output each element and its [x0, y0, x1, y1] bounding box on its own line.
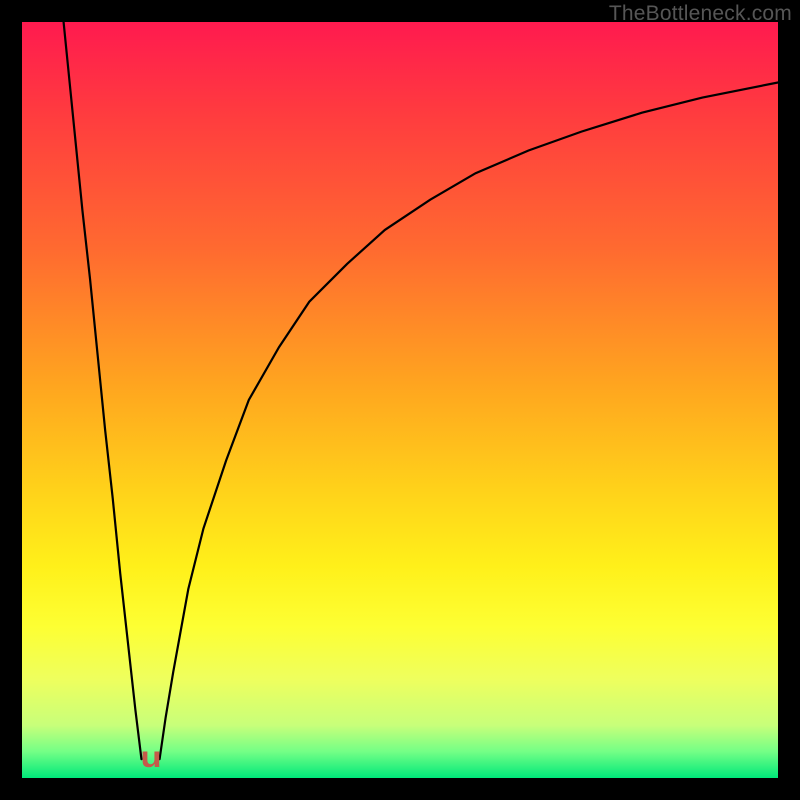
- bottleneck-marker: u: [140, 743, 161, 773]
- curve-left-branch: [64, 22, 142, 759]
- curve-right-branch: [160, 82, 778, 759]
- watermark-label: TheBottleneck.com: [609, 2, 792, 26]
- outer-frame: u TheBottleneck.com: [0, 0, 800, 800]
- bottleneck-curve: [22, 22, 778, 778]
- plot-area: u: [22, 22, 778, 778]
